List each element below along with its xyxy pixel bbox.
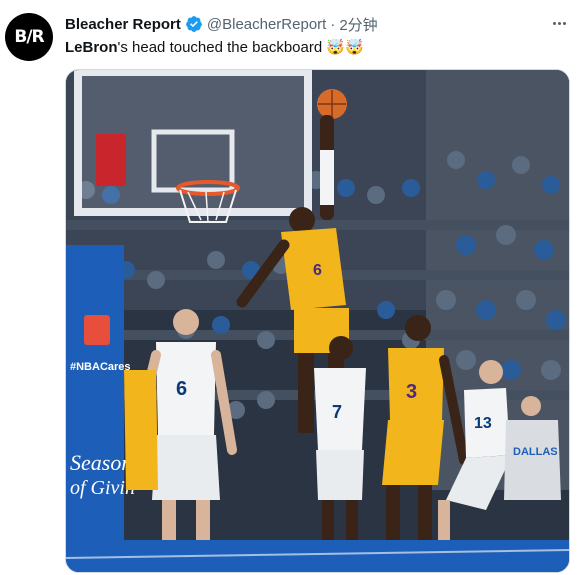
user-handle[interactable]: @BleacherReport bbox=[207, 16, 326, 33]
player-lakers-left bbox=[124, 370, 158, 490]
basketball-scene: #NBACares Season of Givin 6 6 7 3 13 DAL… bbox=[66, 70, 569, 572]
tweet-text-mention: LeBron bbox=[65, 39, 118, 56]
tweet-card[interactable]: B/R Bleacher Report @BleacherReport · 2分… bbox=[0, 0, 587, 575]
exploding-head-emoji-icon: 🤯🤯 bbox=[326, 38, 364, 56]
tweet-text-body: 's head touched the backboard bbox=[117, 39, 323, 56]
season-of-giving-text: Season bbox=[70, 450, 132, 475]
stanchion-padding bbox=[66, 245, 124, 572]
svg-text:13: 13 bbox=[474, 415, 492, 432]
timestamp[interactable]: 2分钟 bbox=[339, 14, 377, 35]
nba-cares-tag: #NBACares bbox=[70, 361, 131, 373]
more-options-icon[interactable] bbox=[549, 13, 569, 33]
display-name[interactable]: Bleacher Report bbox=[65, 16, 181, 33]
separator-dot: · bbox=[330, 15, 336, 33]
svg-text:of Givin: of Givin bbox=[70, 477, 135, 499]
tweet-text: LeBron's head touched the backboard 🤯🤯 bbox=[65, 37, 364, 58]
svg-text:6: 6 bbox=[313, 262, 322, 279]
backboard-shotclock-logo bbox=[96, 134, 126, 186]
nba-75-logo bbox=[84, 315, 110, 345]
tweet-photo[interactable]: #NBACares Season of Givin 6 6 7 3 13 DAL… bbox=[65, 69, 570, 573]
avatar-logo-text: B/R bbox=[14, 27, 44, 47]
svg-text:7: 7 bbox=[332, 402, 342, 422]
verified-badge-icon bbox=[185, 16, 202, 32]
svg-text:DALLAS: DALLAS bbox=[513, 446, 558, 458]
tweet-header: Bleacher Report @BleacherReport · 2分钟 bbox=[65, 14, 547, 34]
svg-text:3: 3 bbox=[406, 381, 417, 403]
avatar[interactable]: B/R bbox=[5, 13, 53, 61]
svg-text:6: 6 bbox=[176, 378, 187, 400]
